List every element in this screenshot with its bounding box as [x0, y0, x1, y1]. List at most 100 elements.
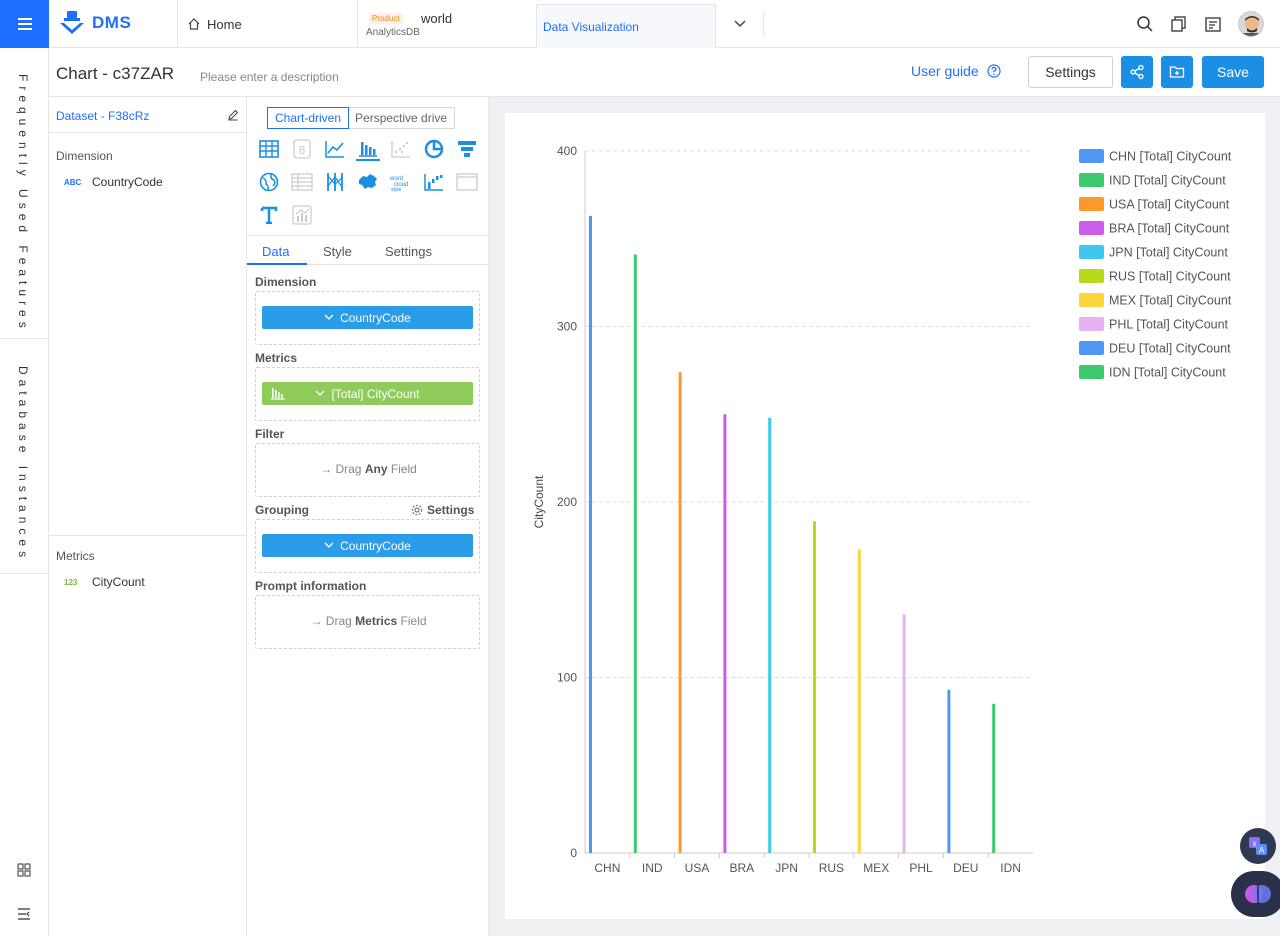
metrics-pill[interactable]: [Total] CityCount: [262, 382, 473, 405]
china-map-icon[interactable]: [356, 170, 380, 194]
field-label: CityCount: [92, 575, 145, 589]
legend-swatch: [1079, 269, 1104, 283]
iframe-chart-icon[interactable]: [455, 170, 479, 194]
legend-label: IND [Total] CityCount: [1109, 174, 1226, 188]
scatter-chart-icon[interactable]: [389, 137, 413, 161]
translate-assistant-button[interactable]: xA: [1240, 828, 1276, 864]
grouping-drop-zone[interactable]: CountryCode: [255, 519, 480, 573]
chart-description-input[interactable]: Please enter a description: [200, 70, 339, 84]
grouping-pill[interactable]: CountryCode: [262, 534, 473, 557]
chart-card: 0 100 200 300 400 CityCount CHN IND USA BRA JPN RUS…: [505, 113, 1265, 919]
chevron-down-icon: [733, 20, 746, 28]
chart-header: Chart - c37ZAR Please enter a descriptio…: [49, 48, 1280, 97]
pill-label: CountryCode: [340, 538, 411, 553]
bar-chart-small-icon: [271, 388, 285, 400]
hamburger-menu-button[interactable]: [0, 0, 49, 48]
bar-chart: 0 100 200 300 400 CityCount CHN IND USA BRA JPN RUS…: [532, 144, 1232, 875]
line-chart-icon[interactable]: [323, 137, 347, 161]
legend-label: RUS [Total] CityCount: [1109, 270, 1231, 284]
user-avatar[interactable]: [1238, 11, 1264, 37]
x-tick-label: MEX: [863, 861, 889, 875]
frequently-used-features-tab[interactable]: Frequently Used Features: [16, 74, 30, 333]
ai-assistant-button[interactable]: [1231, 871, 1280, 917]
legend-swatch: [1079, 245, 1104, 259]
mode-chart-driven[interactable]: Chart-driven: [267, 107, 350, 129]
arrow-right-icon: →: [310, 614, 323, 628]
save-button[interactable]: Save: [1202, 56, 1264, 88]
x-tick-label: IDN: [1000, 861, 1021, 875]
pivot-table-icon[interactable]: [290, 170, 314, 194]
metrics-slot-label: Metrics: [255, 351, 298, 365]
bar-chart-icon[interactable]: [356, 137, 380, 161]
share-icon: [1130, 64, 1144, 80]
task-list-icon[interactable]: [1204, 15, 1222, 33]
waterfall-chart-icon[interactable]: [422, 170, 446, 194]
x-tick-label: USA: [685, 861, 710, 875]
copy-document-icon[interactable]: [1170, 15, 1188, 33]
mode-perspective-drive[interactable]: Perspective drive: [348, 108, 454, 128]
svg-text:x: x: [1253, 839, 1257, 848]
filter-drop-zone[interactable]: → Drag Any Field: [255, 443, 480, 497]
tab-world-name: world: [421, 11, 453, 26]
grouping-settings-link[interactable]: Settings: [411, 503, 474, 517]
prompt-drag-hint: → Drag Metrics Field: [256, 614, 481, 628]
legend-label: CHN [Total] CityCount: [1109, 150, 1232, 164]
user-guide-link[interactable]: User guide: [911, 63, 1001, 79]
drag-hint-text: Field: [390, 462, 417, 476]
tab-more-dropdown[interactable]: [716, 12, 764, 36]
x-tick-label: RUS: [819, 861, 844, 875]
menu-icon: [17, 18, 32, 30]
tab-data-visualization[interactable]: Data Visualization: [536, 4, 716, 48]
rail-divider: [0, 573, 48, 574]
tab-settings[interactable]: Settings: [385, 244, 432, 259]
edit-icon[interactable]: [227, 109, 239, 121]
tab-home[interactable]: Home: [177, 0, 357, 48]
share-button[interactable]: [1121, 56, 1153, 88]
legend-swatch: [1079, 221, 1104, 235]
legend-label: IDN [Total] CityCount: [1109, 366, 1226, 380]
metrics-drop-zone[interactable]: [Total] CityCount: [255, 367, 480, 421]
bar-idn: [992, 703, 996, 853]
legend-swatch: [1079, 365, 1104, 379]
dimension-pill[interactable]: CountryCode: [262, 306, 473, 329]
word-cloud-icon[interactable]: word cloud style: [389, 170, 413, 194]
divider: [49, 535, 246, 536]
combo-chart-icon[interactable]: [290, 203, 314, 227]
metrics-field-citycount[interactable]: 123 CityCount: [64, 575, 145, 589]
settings-button[interactable]: Settings: [1028, 56, 1113, 88]
globe-map-icon[interactable]: [257, 170, 281, 194]
arrow-right-icon: →: [320, 462, 333, 476]
drag-hint-bold: Any: [364, 462, 388, 476]
search-icon[interactable]: [1136, 15, 1154, 33]
chart-title[interactable]: Chart - c37ZAR: [56, 64, 174, 84]
parallel-chart-icon[interactable]: [323, 170, 347, 194]
svg-text:A: A: [1259, 846, 1265, 855]
folder-save-button[interactable]: [1161, 56, 1193, 88]
database-instances-tab[interactable]: Database Instances: [16, 366, 30, 562]
funnel-chart-icon[interactable]: [455, 137, 479, 161]
dms-logo-icon: [60, 11, 84, 34]
x-tick-label: DEU: [953, 861, 978, 875]
collapse-menu-icon[interactable]: [17, 908, 31, 920]
bar-ind: [633, 254, 637, 854]
tab-style[interactable]: Style: [323, 244, 352, 259]
table-chart-icon[interactable]: [257, 137, 281, 161]
tab-world[interactable]: Product world AnalyticsDB: [357, 0, 537, 48]
drag-hint-text: Drag: [335, 462, 362, 476]
dms-logo[interactable]: DMS: [58, 10, 131, 36]
grid-apps-icon[interactable]: [17, 863, 31, 877]
x-tick-label: PHL: [909, 861, 933, 875]
dataset-name[interactable]: Dataset - F38cRz: [56, 109, 149, 123]
text-chart-icon[interactable]: [257, 203, 281, 227]
help-circle-icon: [987, 64, 1001, 78]
chevron-down-icon: [324, 314, 334, 320]
dimension-drop-zone[interactable]: CountryCode: [255, 291, 480, 345]
bar-phl: [902, 614, 906, 853]
tab-data[interactable]: Data: [262, 244, 289, 259]
x-tick-label: IND: [642, 861, 663, 875]
dimension-field-countrycode[interactable]: ABC CountryCode: [64, 175, 163, 189]
prompt-drop-zone[interactable]: → Drag Metrics Field: [255, 595, 480, 649]
number-card-icon[interactable]: 8: [290, 137, 314, 161]
pie-chart-icon[interactable]: [422, 137, 446, 161]
translate-icon: xA: [1249, 837, 1267, 855]
